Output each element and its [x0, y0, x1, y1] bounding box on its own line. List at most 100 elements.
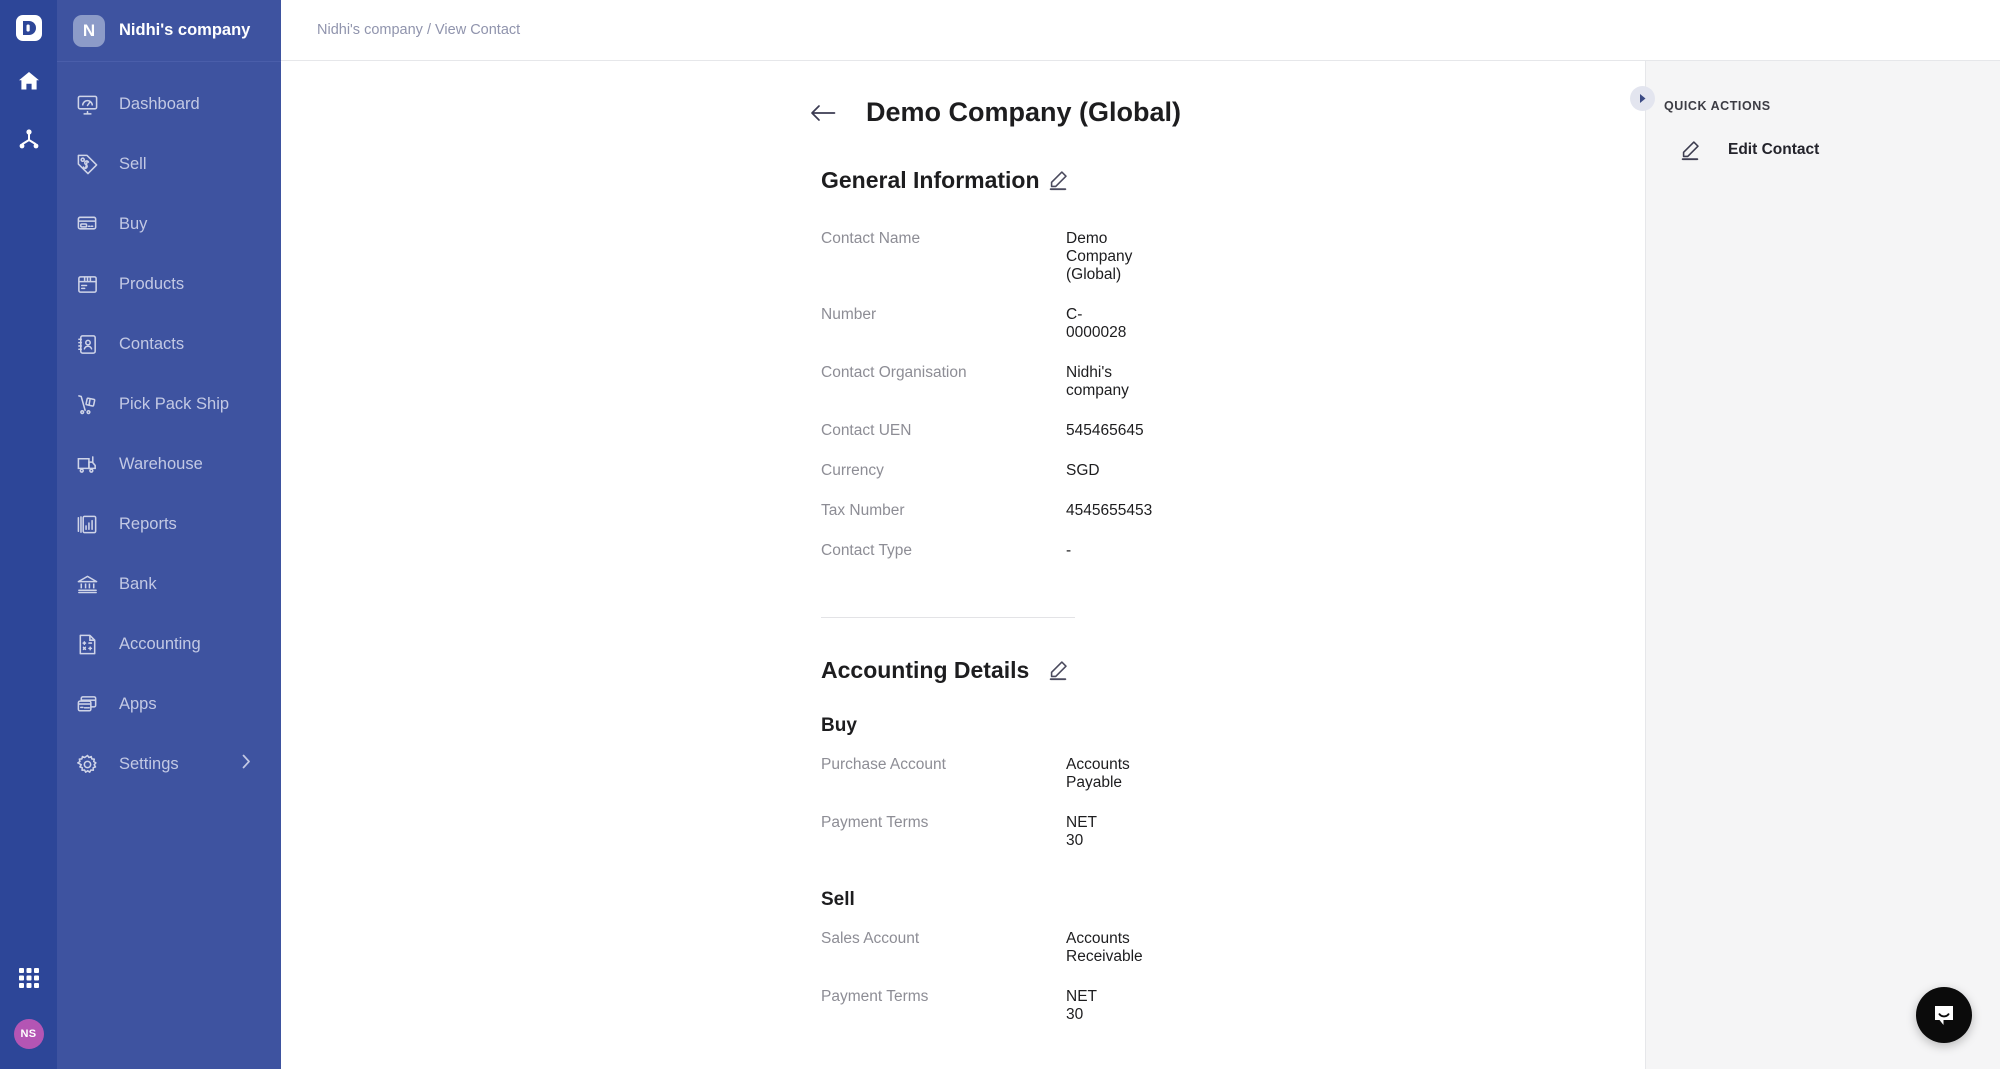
- org-avatar: N: [73, 15, 105, 47]
- reports-chart-icon: [73, 510, 101, 538]
- quick-actions-panel: QUICK ACTIONS Edit Contact: [1645, 61, 2000, 1069]
- sidebar-item-accounting[interactable]: Accounting: [57, 614, 281, 674]
- sidebar-item-label: Settings: [119, 755, 179, 774]
- detail-row: Sales Account Accounts Receivable: [821, 919, 1075, 977]
- general-information-header: General Information: [821, 163, 1075, 197]
- sidebar-item-contacts[interactable]: Contacts: [57, 314, 281, 374]
- sell-subheading: Sell: [821, 889, 1075, 911]
- deskera-logo-icon[interactable]: [13, 12, 45, 44]
- sell-tag-icon: [73, 150, 101, 178]
- chevron-right-icon: [242, 755, 251, 774]
- row-label: Purchase Account: [821, 756, 1066, 774]
- top-bar: Nidhi's company / View Contact: [281, 0, 2000, 61]
- contacts-book-icon: [73, 330, 101, 358]
- row-value: 545465645: [1066, 422, 1144, 440]
- sidebar-item-sell[interactable]: Sell: [57, 134, 281, 194]
- sidebar-item-settings[interactable]: Settings: [57, 734, 281, 794]
- detail-row: Tax Number 4545655453: [821, 491, 1075, 531]
- detail-row: Contact Type -: [821, 531, 1075, 571]
- row-label: Contact Organisation: [821, 364, 1066, 382]
- sidebar-item-bank[interactable]: Bank: [57, 554, 281, 614]
- breadcrumb[interactable]: Nidhi's company / View Contact: [317, 22, 520, 38]
- detail-row: Currency SGD: [821, 451, 1075, 491]
- sidebar-item-pick-pack-ship[interactable]: Pick Pack Ship: [57, 374, 281, 434]
- row-label: Contact Name: [821, 230, 1066, 248]
- org-switcher[interactable]: N Nidhi's company: [57, 0, 281, 62]
- row-label: Tax Number: [821, 502, 1066, 520]
- sidebar-item-label: Pick Pack Ship: [119, 395, 229, 414]
- sidebar-item-label: Dashboard: [119, 95, 200, 114]
- sidebar-item-label: Contacts: [119, 335, 184, 354]
- products-box-icon: [73, 270, 101, 298]
- detail-row: Payment Terms NET 30: [821, 803, 1075, 861]
- settings-gear-icon: [73, 750, 101, 778]
- chat-bubble-icon[interactable]: [1916, 987, 1972, 1043]
- detail-row: Contact Name Demo Company (Global): [821, 219, 1075, 295]
- edit-contact-button[interactable]: Edit Contact: [1646, 113, 2000, 161]
- row-label: Payment Terms: [821, 988, 1066, 1006]
- sidebar-item-label: Buy: [119, 215, 147, 234]
- general-information-rows: Contact Name Demo Company (Global) Numbe…: [821, 219, 1075, 571]
- row-label: Sales Account: [821, 930, 1066, 948]
- buy-subheading: Buy: [821, 715, 1075, 737]
- sidebar-nav: N Nidhi's company Dashboard: [57, 0, 281, 1069]
- sidebar-item-label: Accounting: [119, 635, 201, 654]
- section-title: Accounting Details: [821, 657, 1029, 684]
- sidebar-item-label: Bank: [119, 575, 157, 594]
- row-label: Contact Type: [821, 542, 1066, 560]
- detail-row: Contact UEN 545465645: [821, 411, 1075, 451]
- icon-rail: NS: [0, 0, 57, 1069]
- row-value: SGD: [1066, 462, 1100, 480]
- sidebar-item-warehouse[interactable]: Warehouse: [57, 434, 281, 494]
- pick-pack-ship-icon: [73, 390, 101, 418]
- home-icon[interactable]: [8, 60, 50, 102]
- sidebar-item-reports[interactable]: Reports: [57, 494, 281, 554]
- network-icon[interactable]: [8, 118, 50, 160]
- row-value: C-0000028: [1066, 306, 1126, 342]
- sidebar-item-label: Warehouse: [119, 455, 203, 474]
- row-value: Accounts Receivable: [1066, 930, 1143, 966]
- row-label: Number: [821, 306, 1066, 324]
- sidebar-item-dashboard[interactable]: Dashboard: [57, 74, 281, 134]
- sidebar-item-label: Apps: [119, 695, 157, 714]
- page-title: Demo Company (Global): [866, 97, 1181, 128]
- accounting-icon: [73, 630, 101, 658]
- main-area: Nidhi's company / View Contact Demo Comp…: [281, 0, 2000, 1069]
- avatar[interactable]: NS: [14, 1019, 44, 1049]
- sidebar-item-apps[interactable]: Apps: [57, 674, 281, 734]
- panel-collapse-icon[interactable]: [1630, 86, 1655, 111]
- row-label: Currency: [821, 462, 1066, 480]
- buy-rows: Purchase Account Accounts Payable Paymen…: [821, 745, 1075, 861]
- edit-pencil-icon: [1679, 139, 1701, 161]
- sidebar-item-products[interactable]: Products: [57, 254, 281, 314]
- row-label: Contact UEN: [821, 422, 1066, 440]
- detail-row: Purchase Account Accounts Payable: [821, 745, 1075, 803]
- accounting-details-section: Accounting Details Buy Purch: [821, 653, 1075, 1069]
- detail-row: Payment Terms NET 30: [821, 977, 1075, 1035]
- sidebar-item-buy[interactable]: Buy: [57, 194, 281, 254]
- row-value: Nidhi's company: [1066, 364, 1129, 400]
- grid-apps-icon[interactable]: [8, 957, 50, 999]
- detail-row: Number C-0000028: [821, 295, 1075, 353]
- quick-action-label: Edit Contact: [1728, 141, 1819, 159]
- row-value: Demo Company (Global): [1066, 230, 1132, 284]
- row-value: NET 30: [1066, 988, 1097, 1024]
- app-root: NS N Nidhi's company Dashboard: [0, 0, 2000, 1069]
- sidebar-item-label: Sell: [119, 155, 147, 174]
- sidebar-item-list: Dashboard Sell: [57, 62, 281, 1069]
- section-title: General Information: [821, 167, 1040, 194]
- dashboard-icon: [73, 90, 101, 118]
- row-value: -: [1066, 542, 1071, 560]
- row-value: 4545655453: [1066, 502, 1152, 520]
- edit-pencil-icon[interactable]: [1041, 163, 1075, 197]
- back-arrow-icon[interactable]: [810, 103, 836, 123]
- section-divider: [821, 617, 1075, 618]
- org-name: Nidhi's company: [119, 21, 250, 40]
- row-label: Payment Terms: [821, 814, 1066, 832]
- sell-rows: Sales Account Accounts Receivable Paymen…: [821, 919, 1075, 1035]
- edit-pencil-icon[interactable]: [1041, 653, 1075, 687]
- apps-card-icon: [73, 690, 101, 718]
- row-value: Accounts Payable: [1066, 756, 1130, 792]
- page-header: Demo Company (Global): [821, 61, 1645, 128]
- detail-row: Contact Organisation Nidhi's company: [821, 353, 1075, 411]
